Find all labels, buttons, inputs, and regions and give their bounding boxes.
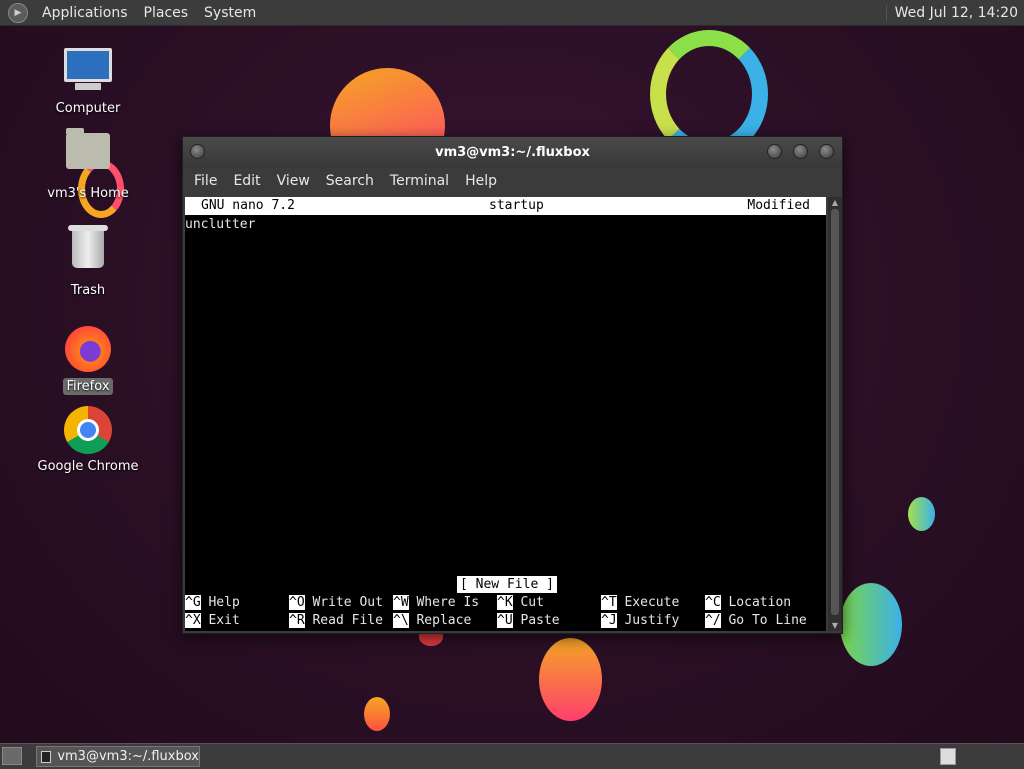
computer-icon xyxy=(62,48,114,96)
shortcut-paste: ^U Paste xyxy=(497,612,560,630)
menu-applications[interactable]: Applications xyxy=(34,5,136,21)
close-button[interactable] xyxy=(819,144,834,159)
desktop-icon-label: Trash xyxy=(70,283,106,298)
menu-edit[interactable]: Edit xyxy=(225,173,268,189)
window-menu-button[interactable] xyxy=(190,144,205,159)
menu-system[interactable]: System xyxy=(196,5,264,21)
desktop-icon-label: Google Chrome xyxy=(37,459,139,474)
shortcut-write-out: ^O Write Out xyxy=(289,594,383,612)
shortcut-label: Cut xyxy=(520,595,544,610)
shortcut-key: ^X xyxy=(185,613,201,628)
taskbar-item-label: vm3@vm3:~/.fluxbox xyxy=(57,749,199,764)
menu-view[interactable]: View xyxy=(269,173,318,189)
wallpaper-orb xyxy=(364,697,390,731)
terminal-scrollbar[interactable]: ▲ ▼ xyxy=(828,197,842,631)
shortcut-label: Location xyxy=(728,595,792,610)
shortcut-label: Read File xyxy=(312,613,383,628)
wallpaper-orb xyxy=(908,497,935,531)
window-title: vm3@vm3:~/.fluxbox xyxy=(435,144,590,160)
shortcut-location: ^C Location xyxy=(705,594,791,612)
terminal-icon xyxy=(41,750,52,763)
shortcut-key: ^R xyxy=(289,613,305,628)
nano-modified-state: Modified xyxy=(747,198,810,213)
desktop-icon-chrome[interactable]: Google Chrome xyxy=(33,406,143,475)
terminal-menubar: File Edit View Search Terminal Help xyxy=(183,167,842,195)
shortcut-key: ^C xyxy=(705,595,721,610)
desktop-icon-label: Computer xyxy=(55,101,121,116)
firefox-icon xyxy=(62,326,114,374)
terminal-window: vm3@vm3:~/.fluxbox File Edit View Search… xyxy=(182,136,843,634)
desktop-icon-home[interactable]: vm3's Home xyxy=(33,127,143,202)
scrollbar-thumb[interactable] xyxy=(831,209,839,615)
shortcut-label: Exit xyxy=(208,613,240,628)
panel-clock[interactable]: Wed Jul 12, 14:20 xyxy=(885,4,1024,21)
menu-help[interactable]: Help xyxy=(457,173,505,189)
shortcut-label: Execute xyxy=(624,595,680,610)
wallpaper-orb xyxy=(539,638,602,721)
desktop-icon-computer[interactable]: Computer xyxy=(33,44,143,117)
wallpaper-orb xyxy=(840,583,902,666)
nano-version: GNU nano 7.2 xyxy=(201,198,295,213)
nano-header: GNU nano 7.2 startup Modified xyxy=(185,197,826,215)
nano-filename: startup xyxy=(489,198,544,213)
trash-icon xyxy=(62,225,114,278)
menu-terminal[interactable]: Terminal xyxy=(382,173,457,189)
shortcut-key: ^T xyxy=(601,595,617,610)
minimize-button[interactable] xyxy=(767,144,782,159)
show-desktop-icon[interactable] xyxy=(2,747,22,765)
shortcut-replace: ^\ Replace xyxy=(393,612,471,630)
scroll-up-arrow-icon[interactable]: ▲ xyxy=(830,198,840,207)
window-titlebar[interactable]: vm3@vm3:~/.fluxbox xyxy=(183,137,842,167)
scroll-down-arrow-icon[interactable]: ▼ xyxy=(830,621,840,630)
terminal-area[interactable]: GNU nano 7.2 startup Modified unclutter … xyxy=(185,197,826,631)
shortcut-label: Paste xyxy=(520,613,560,628)
shortcut-key: ^J xyxy=(601,613,617,628)
editor-text-line[interactable]: unclutter xyxy=(185,217,255,232)
shortcut-key: ^\ xyxy=(393,613,409,628)
shortcut-exit: ^X Exit xyxy=(185,612,240,630)
shortcut-label: Go To Line xyxy=(728,613,807,628)
shortcut-execute: ^T Execute xyxy=(601,594,679,612)
shortcut-key: ^G xyxy=(185,595,201,610)
shortcut-label: Replace xyxy=(416,613,472,628)
workspace-switcher-icon[interactable] xyxy=(940,748,956,765)
menu-places[interactable]: Places xyxy=(136,5,197,21)
desktop-icon-trash[interactable]: Trash xyxy=(33,225,143,299)
shortcut-key: ^O xyxy=(289,595,305,610)
shortcut-help: ^G Help xyxy=(185,594,240,612)
taskbar-item-terminal[interactable]: vm3@vm3:~/.fluxbox xyxy=(36,746,200,767)
shortcut-go-to-line: ^/ Go To Line xyxy=(705,612,807,630)
shortcut-key: ^U xyxy=(497,613,513,628)
desktop-icon-label: Firefox xyxy=(63,378,113,395)
menu-file[interactable]: File xyxy=(186,173,225,189)
shortcut-label: Write Out xyxy=(312,595,383,610)
shortcut-label: Where Is xyxy=(416,595,480,610)
shortcut-where-is: ^W Where Is xyxy=(393,594,479,612)
chrome-icon xyxy=(62,406,114,454)
desktop-icon-firefox[interactable]: Firefox xyxy=(33,326,143,395)
shortcut-label: Help xyxy=(208,595,240,610)
shortcut-label: Justify xyxy=(624,613,680,628)
home-folder-icon xyxy=(62,128,114,181)
top-panel: ▶ Applications Places System Wed Jul 12,… xyxy=(0,0,1024,26)
nano-status-message: [ New File ] xyxy=(457,576,557,593)
shortcut-key: ^K xyxy=(497,595,513,610)
bottom-panel: vm3@vm3:~/.fluxbox xyxy=(0,743,1024,769)
shortcut-key: ^/ xyxy=(705,613,721,628)
maximize-button[interactable] xyxy=(793,144,808,159)
desktop-icon-label: vm3's Home xyxy=(47,186,129,201)
shortcut-read-file: ^R Read File xyxy=(289,612,383,630)
shortcut-key: ^W xyxy=(393,595,409,610)
menu-search[interactable]: Search xyxy=(318,173,382,189)
distro-logo-icon[interactable]: ▶ xyxy=(8,2,28,23)
shortcut-cut: ^K Cut xyxy=(497,594,544,612)
shortcut-justify: ^J Justify xyxy=(601,612,679,630)
